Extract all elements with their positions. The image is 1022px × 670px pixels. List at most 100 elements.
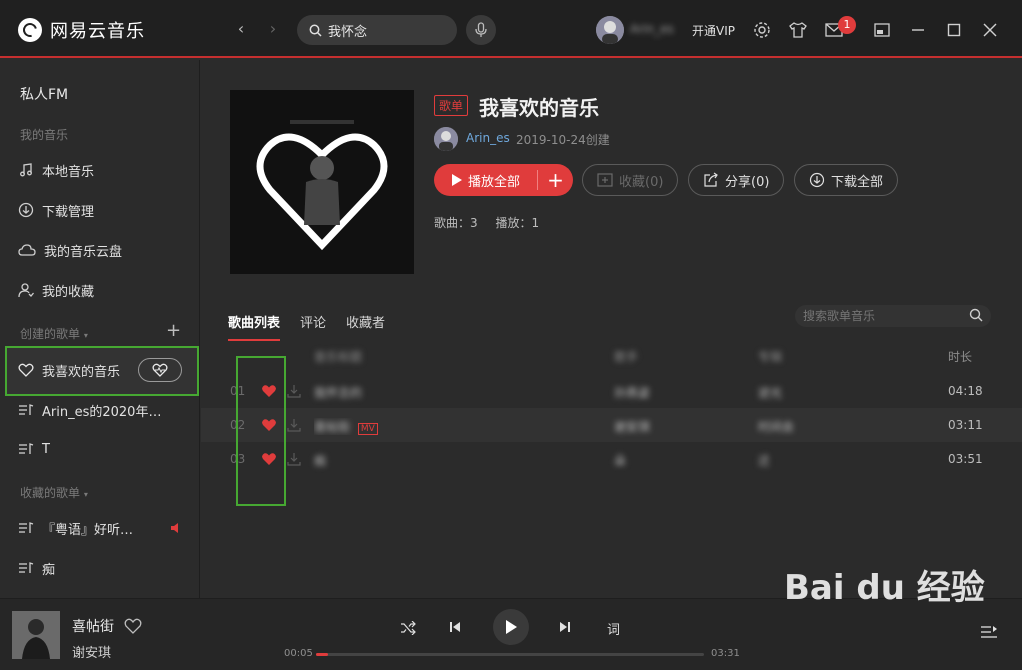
sidebar-item-cloud[interactable]: 我的音乐云盘 [18, 240, 122, 260]
playlist-tag: 歌单 [434, 95, 469, 116]
play-count: 播放：1 [495, 216, 540, 230]
tab-songs[interactable]: 歌曲列表 [228, 312, 281, 341]
add-playlist-button[interactable]: + [166, 322, 181, 340]
playlist-title: 我喜欢的音乐 [479, 96, 599, 120]
download-song-icon[interactable] [287, 384, 301, 398]
playlist-cover[interactable] [230, 90, 414, 274]
sidebar-item-local-music[interactable]: 本地音乐 [18, 160, 94, 180]
download-icon [18, 202, 34, 218]
table-row[interactable]: 03 痴 朵 迁 03:51 [201, 442, 1022, 476]
column-title[interactable]: 音乐标题 [314, 348, 362, 365]
search-box[interactable] [297, 15, 457, 45]
sidebar-item-playlist-2020[interactable]: Arin_es的2020年… [18, 400, 161, 420]
song-duration: 04:18 [948, 384, 983, 398]
settings-gear-icon[interactable] [752, 20, 772, 40]
playlist-icon [19, 562, 34, 573]
column-artist[interactable]: 歌手 [614, 348, 638, 365]
microphone-icon [475, 22, 487, 37]
my-music-header: 我的音乐 [20, 128, 69, 142]
mv-badge[interactable]: MV [357, 423, 378, 435]
mini-mode-icon[interactable] [872, 20, 892, 40]
sidebar-item-playlist-t[interactable]: T [18, 439, 50, 459]
progress-bar[interactable] [316, 653, 704, 656]
playlist-icon [19, 443, 34, 454]
collect-button[interactable]: 收藏(0) [582, 164, 679, 196]
sidebar-item-cantonese[interactable]: 『粤语』好听… [18, 518, 133, 538]
playlist-search-input[interactable] [803, 309, 963, 323]
heart-icon [18, 363, 34, 377]
forward-arrow-icon[interactable]: › [264, 20, 282, 38]
vip-link[interactable]: 开通VIP [692, 22, 735, 39]
sidebar-item-chi[interactable]: 痴 [18, 558, 55, 578]
like-heart-outline-icon[interactable] [124, 618, 142, 634]
voice-search-button[interactable] [466, 15, 496, 45]
play-pause-button[interactable] [493, 609, 529, 645]
now-playing-cover[interactable] [12, 611, 60, 659]
play-all-button[interactable]: 播放全部 + [434, 164, 573, 196]
share-icon [704, 172, 718, 187]
sidebar-item-liked-music[interactable]: 我喜欢的音乐 [18, 360, 120, 380]
title-bar: 网易云音乐 ‹ › Arin_es 开通VIP 1 [0, 0, 1022, 58]
lyrics-button[interactable]: 词 [607, 619, 620, 638]
song-duration: 03:11 [948, 418, 983, 432]
song-album[interactable]: 时间会 [758, 418, 918, 435]
song-title: 我怀念的 [314, 386, 363, 400]
music-note-icon [20, 163, 32, 177]
sidebar-item-label: Arin_es的2020年… [42, 404, 162, 420]
song-artist[interactable]: 朵 [614, 452, 734, 469]
shuffle-mode-icon[interactable] [400, 621, 416, 635]
now-playing-artist[interactable]: 谢安琪 [72, 642, 111, 661]
playlist-search-box[interactable] [795, 305, 991, 327]
play-icon [506, 620, 517, 634]
playlist-stats: 歌曲：3 播放：1 [434, 214, 553, 231]
playlist-queue-icon[interactable] [980, 625, 998, 639]
user-name[interactable]: Arin_es [630, 22, 674, 36]
next-track-icon[interactable] [559, 621, 571, 633]
song-title: 痴 [314, 454, 327, 468]
now-playing-title[interactable]: 喜帖街 [72, 616, 114, 636]
creator-avatar[interactable] [434, 127, 458, 151]
maximize-icon[interactable] [944, 20, 964, 40]
back-arrow-icon[interactable]: ‹ [232, 20, 250, 38]
close-icon[interactable] [980, 20, 1000, 40]
tab-collectors[interactable]: 收藏者 [346, 312, 385, 341]
song-album[interactable]: 迁 [758, 452, 918, 469]
share-button[interactable]: 分享(0) [688, 164, 785, 196]
heart-mode-button[interactable] [138, 358, 182, 382]
download-all-button[interactable]: 下载全部 [794, 164, 899, 196]
previous-track-icon[interactable] [449, 621, 461, 633]
sidebar-item-label: 下载管理 [42, 204, 95, 220]
skin-shirt-icon[interactable] [788, 20, 808, 40]
song-album[interactable]: 逆光 [758, 384, 918, 401]
sidebar-item-label: 本地音乐 [42, 164, 95, 180]
user-avatar[interactable] [596, 16, 624, 44]
cloud-icon [18, 244, 36, 256]
app-logo[interactable]: 网易云音乐 [18, 17, 145, 43]
sidebar-item-collection[interactable]: 我的收藏 [18, 280, 94, 300]
search-icon[interactable] [969, 308, 983, 322]
collected-playlists-header[interactable]: 收藏的歌单 ▾ [20, 484, 88, 501]
download-icon [809, 172, 825, 188]
tab-comments[interactable]: 评论 [300, 312, 326, 341]
main-content: 歌单 我喜欢的音乐 Arin_es 2019-10-24创建 播放全部 + 收藏… [201, 60, 1022, 598]
table-row[interactable]: 01 我怀念的 孙燕姿 逆光 04:18 [201, 374, 1022, 408]
creator-name-link[interactable]: Arin_es [466, 131, 510, 145]
table-row[interactable]: 02 喜帖街 MV 谢安琪 时间会 03:11 [201, 408, 1022, 442]
elapsed-time: 00:05 [284, 648, 313, 659]
add-to-queue-button[interactable]: + [538, 170, 573, 190]
search-input[interactable] [328, 22, 438, 38]
song-artist[interactable]: 谢安琪 [614, 418, 734, 435]
playlist-icon [19, 404, 34, 415]
created-playlists-header[interactable]: 创建的歌单 ▾ [20, 325, 88, 342]
progress-fill [316, 653, 328, 656]
sidebar-item-fm[interactable]: 私人FM [20, 84, 68, 104]
sidebar-item-downloads[interactable]: 下载管理 [18, 200, 94, 220]
netease-logo-icon [18, 18, 42, 42]
download-song-icon[interactable] [287, 418, 301, 432]
column-duration[interactable]: 时长 [948, 348, 972, 365]
column-album[interactable]: 专辑 [758, 348, 782, 365]
song-title-cell: 喜帖街 MV [314, 418, 594, 435]
minimize-icon[interactable] [908, 20, 928, 40]
song-artist[interactable]: 孙燕姿 [614, 384, 734, 401]
download-song-icon[interactable] [287, 452, 301, 466]
